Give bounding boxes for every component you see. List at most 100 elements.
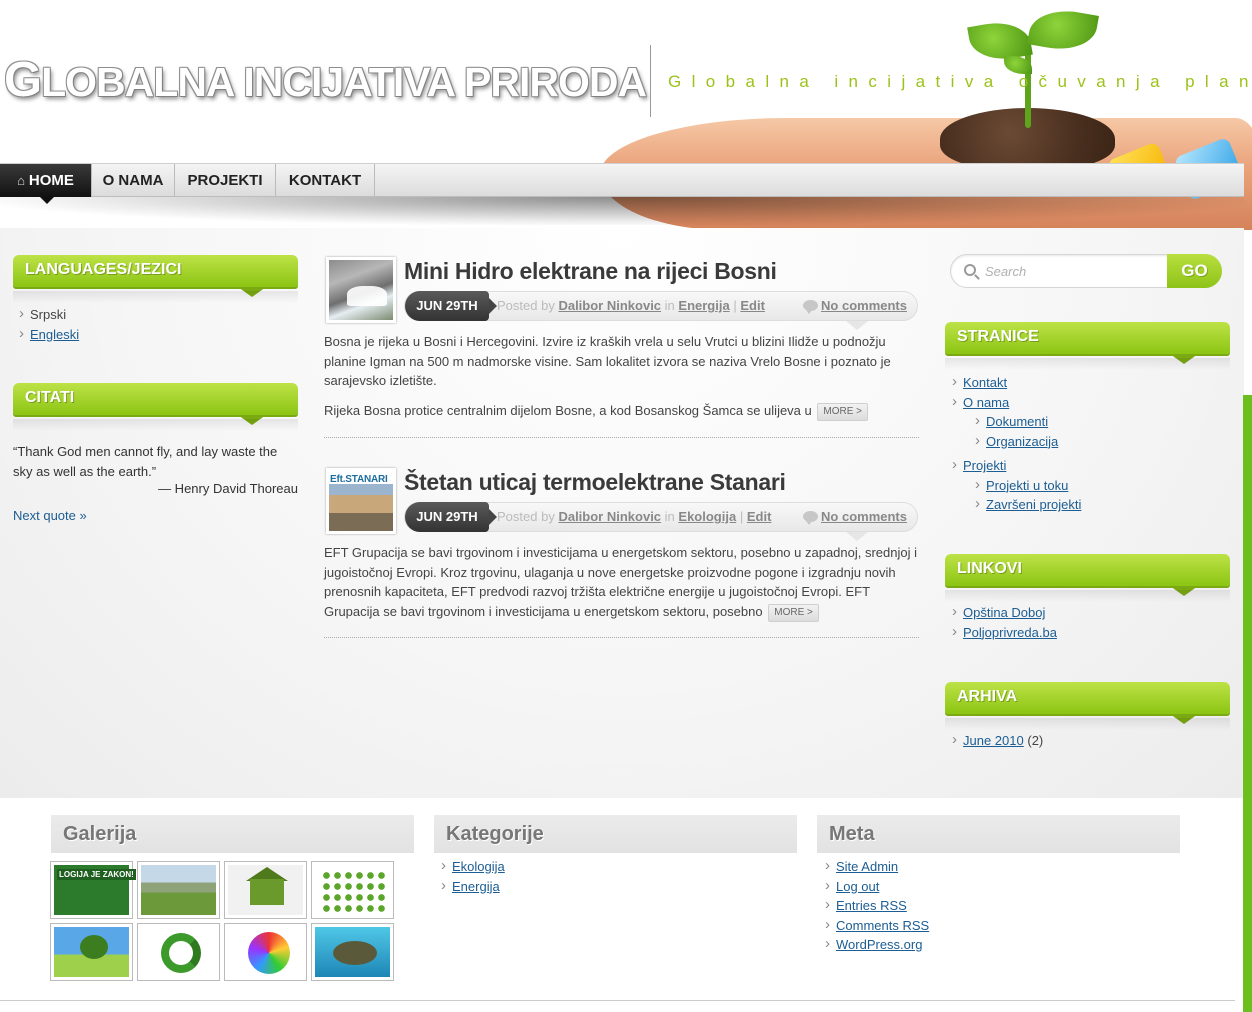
post-separator <box>324 437 919 438</box>
post-thumbnail[interactable] <box>326 257 396 323</box>
post-excerpt: EFT Grupacija se bavi trgovinom i invest… <box>324 543 920 622</box>
archive-link-june-2010[interactable]: June 2010 <box>963 733 1024 748</box>
meta-notch <box>846 532 868 541</box>
widget-title-stranice: STRANICE <box>945 322 1230 364</box>
nav-shadow <box>0 197 1244 225</box>
title-divider <box>650 45 651 117</box>
post-comments: No comments <box>803 503 907 531</box>
gallery-thumbnail[interactable] <box>225 862 306 918</box>
comments-link[interactable]: No comments <box>821 509 907 524</box>
nav-item-home[interactable]: ⌂ HOME <box>0 164 92 197</box>
page-item: Završeni projekti <box>950 494 1081 515</box>
post-thumbnail[interactable]: Eft.STANARI <box>326 468 396 534</box>
meta-link-comments-rss[interactable]: Comments RSS <box>836 918 929 933</box>
page-link-projekti-u-toku[interactable]: Projekti u toku <box>986 478 1068 493</box>
widget-title-languages: LANGUAGES/JEZICI <box>13 255 298 297</box>
meta-link-entries-rss[interactable]: Entries RSS <box>836 898 907 913</box>
post-author-link[interactable]: Dalibor Ninkovic <box>558 509 661 524</box>
language-link-engleski[interactable]: Engleski <box>30 327 79 342</box>
page-link-projekti[interactable]: Projekti <box>963 458 1006 473</box>
page-link-o-nama[interactable]: O nama <box>963 395 1009 410</box>
page-item: Organizacija <box>950 431 1081 452</box>
link-item: Opština Doboj <box>950 602 1057 623</box>
link-poljoprivreda[interactable]: Poljoprivreda.ba <box>963 625 1057 640</box>
categories-list: Ekologija Energija <box>439 856 505 897</box>
widget-shade <box>13 419 298 431</box>
post-meta-bar: JUN 29TH Posted by Dalibor Ninkovic in E… <box>404 291 918 321</box>
post-category-link[interactable]: Ekologija <box>678 509 736 524</box>
meta-item: Site Admin <box>823 856 929 877</box>
meta-item: Entries RSS <box>823 895 929 916</box>
search-go-button[interactable]: GO <box>1167 254 1222 288</box>
meta-notch <box>846 321 868 330</box>
gallery-thumbnail[interactable] <box>225 924 306 980</box>
meta-link-log-out[interactable]: Log out <box>836 879 879 894</box>
gallery-thumbnail[interactable] <box>51 924 132 980</box>
footer-title-kategorije: Kategorije <box>434 815 797 853</box>
gallery-thumbnail[interactable] <box>312 924 393 980</box>
meta-item: Comments RSS <box>823 915 929 936</box>
search-icon <box>964 264 976 276</box>
site-title[interactable]: GLOBALNA INCIJATIVA PRIRODA <box>4 52 647 108</box>
archive-count: (2) <box>1027 733 1044 748</box>
widget-title-linkovi: LINKOVI <box>945 554 1230 596</box>
gallery-thumbnail[interactable] <box>312 862 393 918</box>
category-item: Energija <box>439 876 505 897</box>
post-meta: Posted by Dalibor Ninkovic in Energija |… <box>497 298 765 313</box>
more-button[interactable]: MORE > <box>768 603 819 622</box>
archive-list: June 2010 (2) <box>950 730 1044 751</box>
language-list: Srpski Engleski <box>17 304 79 345</box>
main-nav: ⌂ HOME O NAMA PROJEKTI KONTAKT <box>0 163 1244 204</box>
footer-title-galerija: Galerija <box>51 815 414 853</box>
post-title[interactable]: Mini Hidro elektrane na rijeci Bosni <box>404 258 777 285</box>
post-title[interactable]: Štetan uticaj termoelektrane Stanari <box>404 469 786 496</box>
post-edit-link[interactable]: Edit <box>740 298 765 313</box>
recycle-icon <box>161 933 201 973</box>
meta-item: WordPress.org <box>823 934 929 955</box>
gallery-thumbnail[interactable] <box>138 862 219 918</box>
page-link-zavrseni-projekti[interactable]: Završeni projekti <box>986 497 1081 512</box>
post-author-link[interactable]: Dalibor Ninkovic <box>558 298 661 313</box>
language-item-engleski: Engleski <box>17 324 79 345</box>
link-opstina-doboj[interactable]: Opština Doboj <box>963 605 1045 620</box>
language-item-srpski: Srpski <box>17 304 79 325</box>
page-item: O nama <box>950 392 1081 413</box>
widget-shade <box>945 718 1230 730</box>
page-link-kontakt[interactable]: Kontakt <box>963 375 1007 390</box>
comments-link[interactable]: No comments <box>821 298 907 313</box>
widget-shade <box>945 358 1230 370</box>
post-edit-link[interactable]: Edit <box>747 509 772 524</box>
nav-item-o-nama[interactable]: O NAMA <box>92 164 175 197</box>
meta-link-site-admin[interactable]: Site Admin <box>836 859 898 874</box>
next-quote-link[interactable]: Next quote » <box>13 508 87 523</box>
post-separator <box>324 637 919 638</box>
post-meta: Posted by Dalibor Ninkovic in Ekologija … <box>497 509 772 524</box>
meta-link-wordpress[interactable]: WordPress.org <box>836 937 922 952</box>
more-button[interactable]: MORE > <box>817 403 869 421</box>
archive-item: June 2010 (2) <box>950 730 1044 751</box>
gallery-thumbnail[interactable] <box>138 924 219 980</box>
category-link-ekologija[interactable]: Ekologija <box>452 859 505 874</box>
widget-shade <box>945 590 1230 602</box>
search-input[interactable] <box>985 262 1125 280</box>
widget-shade <box>13 291 298 303</box>
page-link-organizacija[interactable]: Organizacija <box>986 434 1058 449</box>
quote-text: “Thank God men cannot fly, and lay waste… <box>13 444 278 479</box>
category-link-energija[interactable]: Energija <box>452 879 500 894</box>
comment-bubble-icon <box>803 511 819 525</box>
page-link-dokumenti[interactable]: Dokumenti <box>986 414 1048 429</box>
page-item: Projekti <box>950 455 1081 476</box>
post-meta-bar: JUN 29TH Posted by Dalibor Ninkovic in E… <box>404 502 918 532</box>
gallery-thumbnail[interactable]: LOGIJA JE ZAKON! <box>51 862 136 918</box>
page-edge-bar <box>1243 395 1252 1012</box>
post-category-link[interactable]: Energija <box>678 298 729 313</box>
nav-item-kontakt[interactable]: KONTAKT <box>276 164 375 197</box>
page-item: Projekti u toku <box>950 475 1081 496</box>
links-list: Opština Doboj Poljoprivreda.ba <box>950 602 1057 642</box>
meta-list: Site Admin Log out Entries RSS Comments … <box>823 856 929 955</box>
widget-title-citati: CITATI <box>13 383 298 425</box>
footer-divider <box>0 1000 1235 1001</box>
globe-icon <box>248 932 290 974</box>
post-date: JUN 29TH <box>405 291 497 321</box>
nav-item-projekti[interactable]: PROJEKTI <box>175 164 276 197</box>
